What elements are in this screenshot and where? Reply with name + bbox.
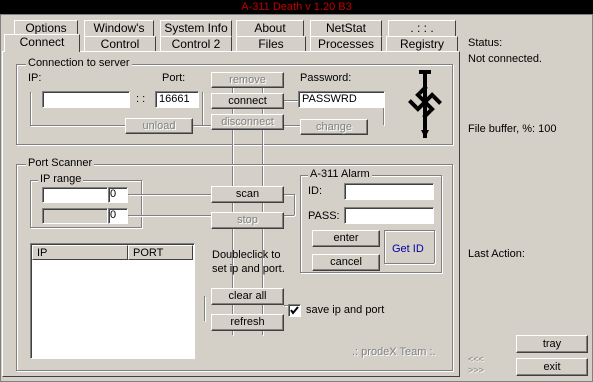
refresh-button[interactable]: refresh xyxy=(211,314,284,331)
tab-windows[interactable]: Window's xyxy=(84,20,154,36)
ip-label: IP: xyxy=(28,72,42,84)
status-value: Not connected. xyxy=(468,53,542,65)
scan-results-list[interactable] xyxy=(30,243,195,359)
alarm-id-label: ID: xyxy=(308,185,323,197)
connector-line xyxy=(30,92,31,125)
alarm-pass-label: PASS: xyxy=(308,210,340,222)
range-start-suffix[interactable]: 0 xyxy=(108,187,128,203)
port-label: Port: xyxy=(162,72,186,84)
connector-line xyxy=(434,230,435,263)
ip-input[interactable] xyxy=(42,91,130,108)
checkmark-icon xyxy=(290,306,299,315)
column-header-ip[interactable]: IP xyxy=(32,245,128,260)
connector-line xyxy=(294,194,295,215)
alarm-cancel-button[interactable]: cancel xyxy=(312,254,380,271)
alarm-pass-input[interactable] xyxy=(344,207,434,224)
save-ip-port-checkbox[interactable] xyxy=(288,304,301,317)
connector-line xyxy=(384,263,434,264)
range-end-suffix[interactable]: 0 xyxy=(108,208,128,224)
connector-line xyxy=(193,125,211,126)
connector-line xyxy=(30,125,125,126)
password-label: Password: xyxy=(300,72,352,84)
connector-line xyxy=(284,215,294,216)
exit-button[interactable]: exit xyxy=(516,358,588,376)
connector-line xyxy=(284,125,300,126)
column-header-port[interactable]: PORT xyxy=(128,245,193,260)
port-scanner-title: Port Scanner xyxy=(26,157,95,169)
last-action-label: Last Action: xyxy=(468,248,525,260)
ip-port-separator: : : xyxy=(136,93,146,105)
connector-line xyxy=(284,194,294,195)
connector-line xyxy=(128,215,211,216)
window-title: A-311 Death v 1.20 B3 xyxy=(241,1,352,13)
tray-button[interactable]: tray xyxy=(516,335,588,353)
password-input[interactable]: PASSWRD xyxy=(298,91,385,108)
alarm-group-title: A-311 Alarm xyxy=(308,168,372,180)
range-start-input[interactable] xyxy=(42,187,108,203)
alarm-id-input[interactable] xyxy=(344,183,434,200)
clear-all-button[interactable]: clear all xyxy=(211,288,284,305)
stop-button[interactable]: stop xyxy=(211,212,284,229)
port-input[interactable]: 16661 xyxy=(155,91,199,108)
scan-button[interactable]: scan xyxy=(211,186,284,203)
disconnect-button[interactable]: disconnect xyxy=(211,114,284,130)
save-ip-port-label: save ip and port xyxy=(306,304,385,316)
tab-processes[interactable]: Processes xyxy=(310,36,382,52)
connection-group-title: Connection to server xyxy=(26,57,132,69)
ip-range-title: IP range xyxy=(38,173,84,185)
connect-button[interactable]: connect xyxy=(211,93,284,109)
credit-text: .: prodeX Team :. xyxy=(352,346,436,358)
arrows-up[interactable]: <<< xyxy=(468,354,484,364)
status-label: Status: xyxy=(468,37,503,49)
connector-line xyxy=(204,296,205,321)
cross-sword-logo-icon xyxy=(408,70,442,138)
connector-line xyxy=(384,230,385,263)
alarm-enter-button[interactable]: enter xyxy=(312,230,380,247)
doubleclick-hint: Doubleclick to set ip and port. xyxy=(212,249,285,275)
tab-control-2[interactable]: Control 2 xyxy=(160,36,232,52)
tab-registry[interactable]: Registry xyxy=(386,36,458,52)
tab-files[interactable]: Files xyxy=(236,36,306,52)
tab-connect[interactable]: Connect xyxy=(4,34,80,52)
file-buffer-label: File buffer, %: 100 xyxy=(468,123,557,135)
arrows-down[interactable]: >>> xyxy=(468,365,484,375)
range-end-input[interactable] xyxy=(42,208,108,224)
get-id-link[interactable]: Get ID xyxy=(392,243,424,255)
connector-line xyxy=(202,92,203,125)
tab-system-info[interactable]: System Info xyxy=(160,20,232,36)
tab-dots[interactable]: . : : . xyxy=(388,20,456,36)
remove-button[interactable]: remove xyxy=(211,72,284,88)
connector-line xyxy=(128,194,211,195)
change-button[interactable]: change xyxy=(300,119,368,135)
tab-about[interactable]: About xyxy=(236,20,304,36)
tab-netstat[interactable]: NetStat xyxy=(310,20,382,36)
connector-line xyxy=(384,230,434,231)
tab-control[interactable]: Control xyxy=(84,36,156,52)
unload-button[interactable]: unload xyxy=(125,118,193,134)
